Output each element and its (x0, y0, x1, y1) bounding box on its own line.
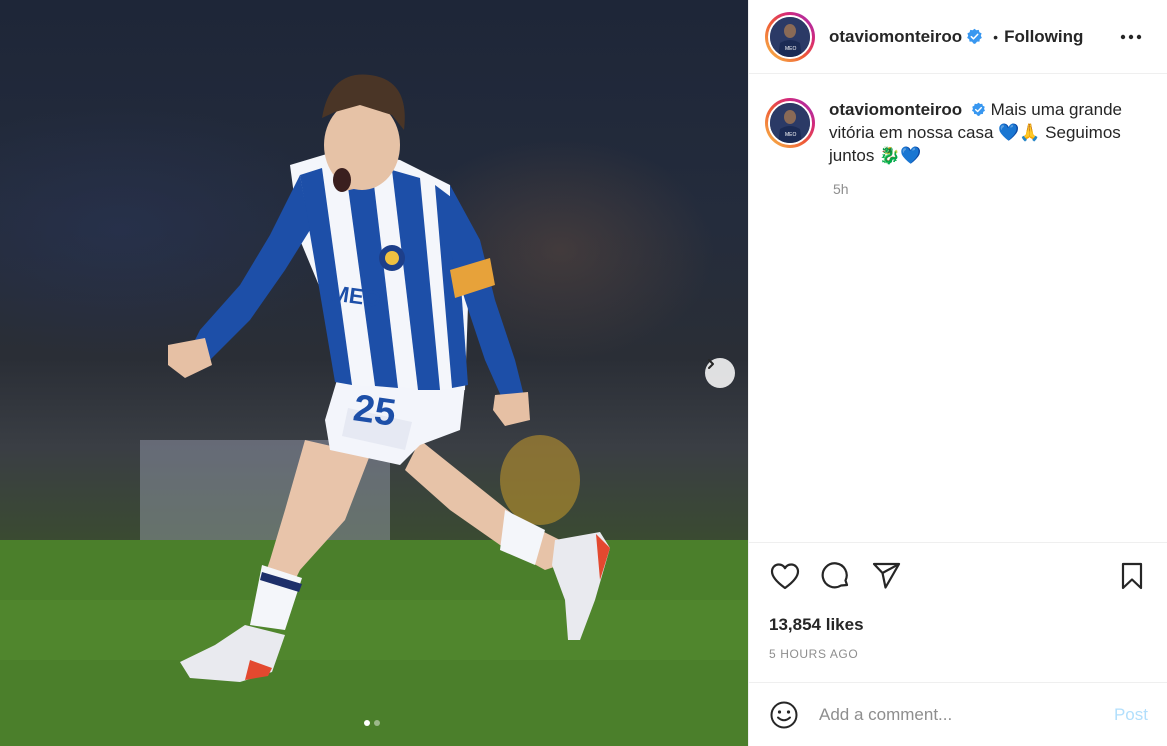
header-separator: • (993, 28, 999, 45)
chevron-right-icon (708, 359, 714, 369)
avatar-image: MEO (768, 14, 812, 59)
post-details-panel: MEO otaviomonteiroo • Following MEO otav… (748, 0, 1167, 746)
verified-badge-icon (967, 28, 983, 44)
post-actions-section: 13,854 likes 5 HOURS AGO (749, 542, 1167, 682)
caption-avatar[interactable]: MEO (765, 98, 815, 148)
post-image[interactable]: MEO 25 (0, 0, 748, 746)
player-photo: MEO 25 (0, 74, 748, 746)
post-comment-button[interactable]: Post (1114, 705, 1148, 725)
carousel-dot (374, 720, 380, 726)
caption-timestamp[interactable]: 5h (833, 181, 1151, 197)
next-image-button[interactable] (705, 358, 735, 388)
share-button[interactable] (871, 561, 903, 591)
action-bar (769, 561, 1148, 591)
comment-icon (821, 562, 849, 589)
following-button[interactable]: Following (1004, 27, 1083, 47)
heart-icon (770, 563, 800, 590)
more-options-button[interactable] (1119, 26, 1143, 48)
smiley-icon (770, 701, 798, 728)
more-options-icon (1120, 34, 1142, 40)
comments-section: MEO otaviomonteiroo Mais uma grande vitó… (765, 98, 1151, 197)
carousel-indicator (364, 720, 380, 726)
add-comment-bar: Post (749, 682, 1167, 746)
verified-badge-icon (971, 102, 985, 116)
svg-text:MEO: MEO (785, 132, 797, 138)
post-header: MEO otaviomonteiroo • Following (749, 0, 1167, 74)
carousel-dot-active (364, 720, 370, 726)
comment-button[interactable] (820, 561, 852, 591)
header-username[interactable]: otaviomonteiroo (829, 27, 962, 47)
jersey-number: 25 (351, 387, 399, 434)
likes-count[interactable]: 13,854 likes (769, 615, 864, 635)
bookmark-icon (1121, 562, 1143, 590)
avatar[interactable]: MEO (765, 11, 815, 62)
emoji-button[interactable] (769, 700, 799, 730)
caption: MEO otaviomonteiroo Mais uma grande vitó… (765, 98, 1151, 167)
share-icon (872, 562, 901, 589)
avatar-image: MEO (768, 101, 812, 145)
caption-text: otaviomonteiroo Mais uma grande vitória … (829, 98, 1139, 167)
comment-input[interactable] (819, 704, 1114, 725)
like-button[interactable] (769, 561, 801, 591)
caption-username[interactable]: otaviomonteiroo (829, 100, 962, 119)
save-button[interactable] (1116, 561, 1148, 591)
svg-text:MEO: MEO (785, 46, 797, 52)
post-timestamp[interactable]: 5 HOURS AGO (769, 647, 858, 661)
